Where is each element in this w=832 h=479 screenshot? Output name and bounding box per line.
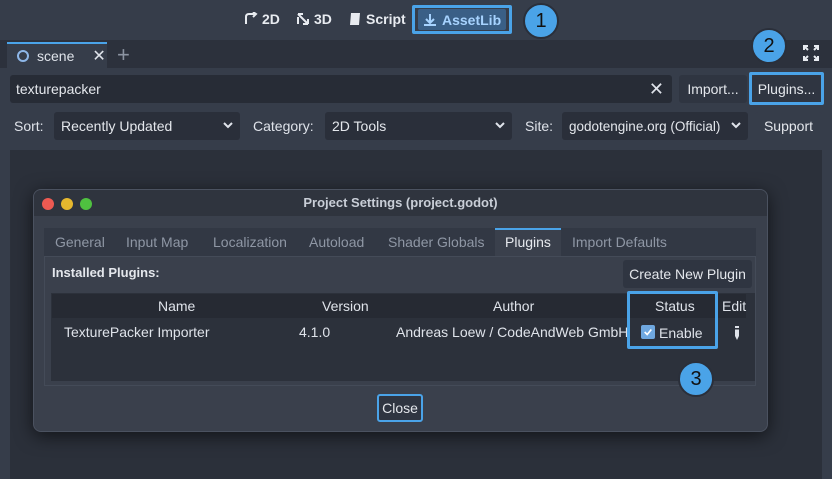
tab-input-map[interactable]: Input Map — [126, 228, 188, 256]
chevron-down-icon — [731, 122, 741, 129]
import-button[interactable]: Import... — [679, 75, 747, 103]
workspace-script-button[interactable]: Script — [348, 8, 406, 30]
workspace-2d-label: 2D — [262, 11, 280, 27]
close-window-icon[interactable] — [42, 198, 54, 210]
category-value: 2D Tools — [332, 118, 387, 134]
step-badge-2: 2 — [751, 28, 787, 64]
chevron-down-icon — [223, 122, 233, 129]
sort-label: Sort: — [14, 118, 44, 134]
fullscreen-icon[interactable] — [802, 44, 820, 62]
category-dropdown[interactable]: 2D Tools — [325, 112, 512, 140]
minimize-window-icon[interactable] — [61, 198, 73, 210]
column-name: Name — [158, 298, 196, 314]
tab-import-defaults[interactable]: Import Defaults — [572, 228, 667, 256]
tab-plugins[interactable]: Plugins — [495, 228, 561, 256]
category-label: Category: — [253, 118, 314, 134]
clear-search-icon[interactable]: ✕ — [649, 79, 664, 100]
tab-shader-globals[interactable]: Shader Globals — [388, 228, 485, 256]
step-badge-1: 1 — [523, 3, 559, 39]
workspace-assetlib-label: AssetLib — [442, 11, 502, 28]
plugin-author: Andreas Loew / CodeAndWeb GmbH — [396, 324, 628, 340]
column-author: Author — [493, 298, 535, 314]
site-dropdown[interactable]: godotengine.org (Official) — [562, 112, 748, 140]
3d-icon — [297, 13, 309, 25]
tab-scene[interactable]: scene ✕ — [7, 42, 107, 68]
dialog-title: Project Settings (project.godot) — [34, 190, 767, 216]
sort-dropdown[interactable]: Recently Updated — [54, 112, 240, 140]
column-edit: Edit — [722, 298, 747, 314]
2d-icon — [245, 12, 258, 24]
search-input[interactable]: texturepacker ✕ — [10, 75, 672, 103]
site-value: godotengine.org (Official) — [569, 118, 721, 134]
workspace-3d-label: 3D — [314, 11, 332, 27]
installed-plugins-label: Installed Plugins: — [52, 265, 160, 280]
workspace-2d-button[interactable]: 2D — [244, 8, 280, 30]
site-label: Site: — [525, 118, 554, 134]
tab-general[interactable]: General — [55, 228, 105, 256]
step-badge-3: 3 — [678, 361, 714, 397]
scene-ring-icon — [17, 50, 29, 62]
assetlib-download-icon — [424, 13, 436, 26]
script-icon — [350, 13, 360, 25]
tab-close-icon[interactable]: ✕ — [92, 46, 105, 66]
create-new-plugin-button[interactable]: Create New Plugin — [623, 260, 752, 288]
workspace-assetlib-button[interactable]: AssetLib — [418, 9, 506, 30]
chevron-down-icon — [495, 122, 505, 129]
search-value: texturepacker — [16, 81, 101, 97]
tab-scene-label: scene — [37, 48, 75, 64]
sort-value: Recently Updated — [61, 118, 173, 134]
tab-localization[interactable]: Localization — [213, 228, 287, 256]
column-version: Version — [322, 298, 369, 314]
status-highlight — [627, 291, 718, 349]
tab-autoload[interactable]: Autoload — [309, 228, 364, 256]
add-tab-button[interactable]: + — [117, 42, 130, 68]
support-button[interactable]: Support — [755, 112, 822, 140]
maximize-window-icon[interactable] — [80, 198, 92, 210]
plugin-version: 4.1.0 — [299, 324, 331, 340]
workspace-3d-button[interactable]: 3D — [296, 8, 332, 30]
workspace-script-label: Script — [366, 11, 406, 27]
pencil-edit-icon[interactable] — [731, 325, 743, 341]
close-button[interactable]: Close — [377, 394, 423, 422]
plugins-highlight — [749, 72, 824, 105]
plugin-name: TexturePacker Importer — [64, 324, 210, 340]
